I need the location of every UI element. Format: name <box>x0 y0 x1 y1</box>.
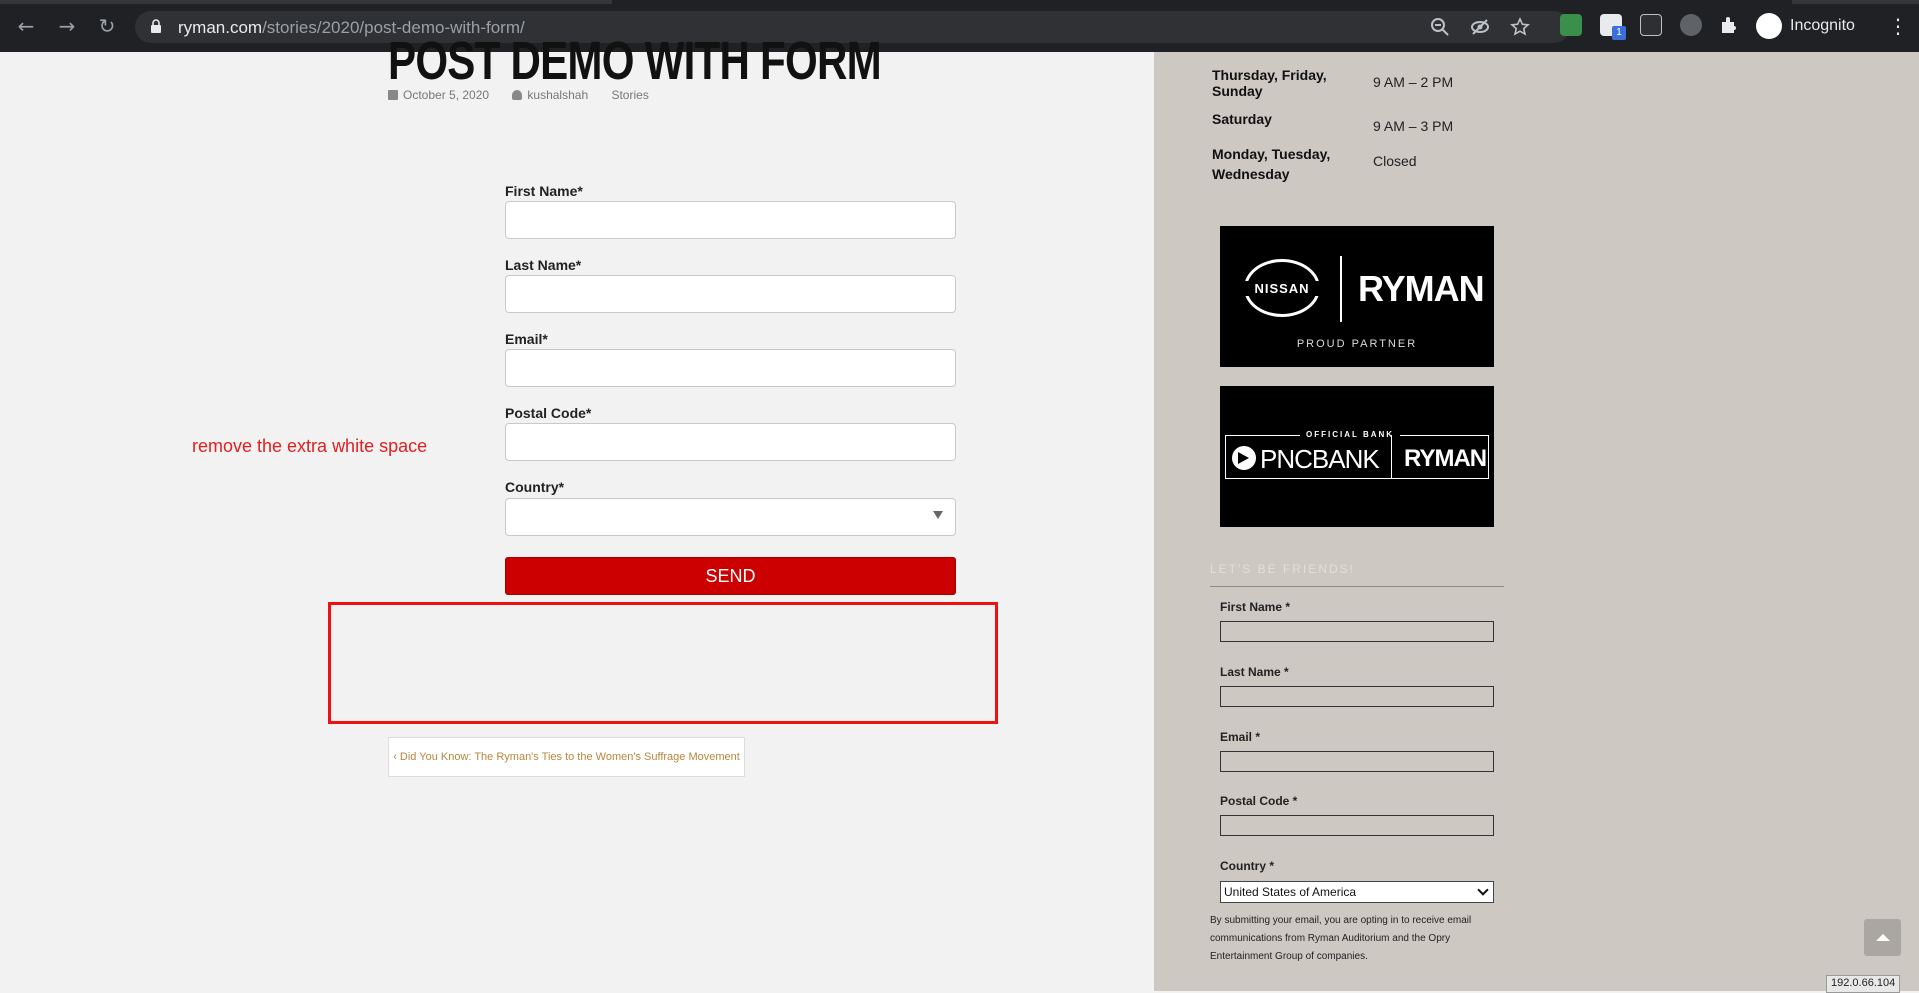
eye-off-icon[interactable] <box>1470 17 1490 37</box>
sidebar-last-name-label: Last Name * <box>1220 665 1289 679</box>
extension-1-icon[interactable] <box>1560 14 1582 36</box>
chevron-left-icon: ‹ <box>393 751 400 763</box>
post-date-text: October 5, 2020 <box>403 88 490 102</box>
extension-4-icon[interactable] <box>1680 14 1702 36</box>
back-arrow-icon[interactable]: ← <box>14 14 38 38</box>
newsletter-heading: LET'S BE FRIENDS! <box>1210 562 1355 576</box>
chevron-up-icon <box>1876 934 1890 941</box>
pnc-divider <box>1391 435 1392 479</box>
country-select[interactable] <box>505 498 956 536</box>
postal-code-input[interactable] <box>505 423 956 461</box>
incognito-label: Incognito <box>1790 17 1855 34</box>
browser-toolbar: ← → ↻ ryman.com/stories/2020/post-demo-w… <box>0 0 1919 52</box>
extension-badge: 1 <box>1612 26 1626 40</box>
postal-code-label: Postal Code* <box>505 405 592 421</box>
extension-2-icon[interactable]: 1 <box>1600 14 1626 40</box>
back-to-top-button[interactable] <box>1864 919 1901 956</box>
main-content: POST DEMO WITH FORM October 5, 2020 kush… <box>0 31 1154 991</box>
lock-icon[interactable] <box>151 19 161 33</box>
previous-post-title[interactable]: Did You Know: The Ryman's Ties to the Wo… <box>400 751 740 763</box>
kebab-menu-icon[interactable]: ⋮ <box>1888 14 1908 38</box>
annotation-note: remove the extra white space <box>192 436 428 456</box>
chevron-down-icon <box>1477 884 1489 896</box>
pnc-bank-wordmark: PNCBANK <box>1260 444 1380 474</box>
proud-partner-text: PROUD PARTNER <box>1296 338 1418 350</box>
newsletter-divider <box>1210 586 1504 587</box>
sidebar-country-value: United States of America <box>1224 885 1357 899</box>
sidebar-last-name-input[interactable] <box>1220 686 1494 707</box>
sidebar-first-name-input[interactable] <box>1220 621 1494 642</box>
incognito-icon <box>1756 13 1782 39</box>
sidebar-first-name-label: First Name * <box>1220 600 1291 614</box>
hours-time-3: Closed <box>1373 153 1417 169</box>
nissan-partner-logo[interactable]: NISSAN RYMAN PROUD PARTNER <box>1220 226 1494 367</box>
official-bank-text: OFFICIAL BANK <box>1300 430 1401 439</box>
calendar-icon <box>388 90 398 100</box>
user-icon <box>512 90 523 100</box>
forward-arrow-icon[interactable]: → <box>55 14 79 38</box>
sidebar-postal-code-input[interactable] <box>1220 815 1494 836</box>
pnc-triangle-icon <box>1232 446 1256 470</box>
sidebar: Thursday, Friday, Sunday 9 AM – 2 PM Sat… <box>1154 52 1919 991</box>
post-author-text[interactable]: kushalshah <box>527 88 588 102</box>
extension-puzzle-icon[interactable] <box>1718 14 1740 36</box>
post-meta: October 5, 2020 kushalshah Stories <box>388 88 659 102</box>
post-date: October 5, 2020 <box>388 88 499 102</box>
hours-days-2: Saturday <box>1212 111 1272 127</box>
pnc-ryman-wordmark: RYMAN <box>1404 445 1487 472</box>
pnc-bank-logo[interactable]: OFFICIAL BANK PNCBANK RYMAN <box>1220 386 1494 527</box>
hours-days-3: Monday, Tuesday, Wednesday <box>1212 146 1331 182</box>
extension-3-icon[interactable] <box>1640 14 1662 36</box>
dropdown-arrow-icon <box>933 511 943 519</box>
send-button[interactable]: SEND <box>505 557 956 595</box>
star-icon[interactable] <box>1510 17 1530 37</box>
sidebar-email-input[interactable] <box>1220 751 1494 772</box>
sidebar-country-select[interactable]: United States of America <box>1220 881 1494 903</box>
url-host: ryman.com <box>178 18 263 37</box>
country-label: Country* <box>505 479 565 495</box>
email-label: Email* <box>505 331 548 347</box>
reload-icon[interactable]: ↻ <box>95 14 119 38</box>
sidebar-country-label: Country * <box>1220 859 1274 873</box>
email-input[interactable] <box>505 349 956 387</box>
previous-post-link[interactable]: ‹ Did You Know: The Ryman's Ties to the … <box>388 737 745 777</box>
last-name-input[interactable] <box>505 275 956 313</box>
hours-time-1: 9 AM – 2 PM <box>1373 74 1454 90</box>
active-tab-edge <box>612 0 1792 4</box>
ryman-wordmark: RYMAN <box>1358 268 1485 309</box>
hours-days-1: Thursday, Friday, Sunday <box>1212 67 1327 99</box>
first-name-input[interactable] <box>505 201 956 239</box>
newsletter-disclaimer: By submitting your email, you are opting… <box>1210 915 1472 962</box>
nissan-wordmark: NISSAN <box>1242 281 1322 296</box>
hours-time-2: 9 AM – 3 PM <box>1373 118 1454 134</box>
post-author[interactable]: kushalshah <box>512 88 598 102</box>
first-name-label: First Name* <box>505 183 583 199</box>
sidebar-postal-code-label: Postal Code * <box>1220 794 1298 808</box>
page-title: POST DEMO WITH FORM <box>388 31 882 91</box>
logo-divider <box>1340 256 1342 322</box>
sidebar-email-label: Email * <box>1220 730 1261 744</box>
last-name-label: Last Name* <box>505 257 582 273</box>
ip-address-badge: 192.0.66.104 <box>1826 975 1901 993</box>
annotation-highlight-box <box>328 602 998 724</box>
post-category[interactable]: Stories <box>611 88 648 102</box>
zoom-icon[interactable] <box>1430 17 1450 37</box>
